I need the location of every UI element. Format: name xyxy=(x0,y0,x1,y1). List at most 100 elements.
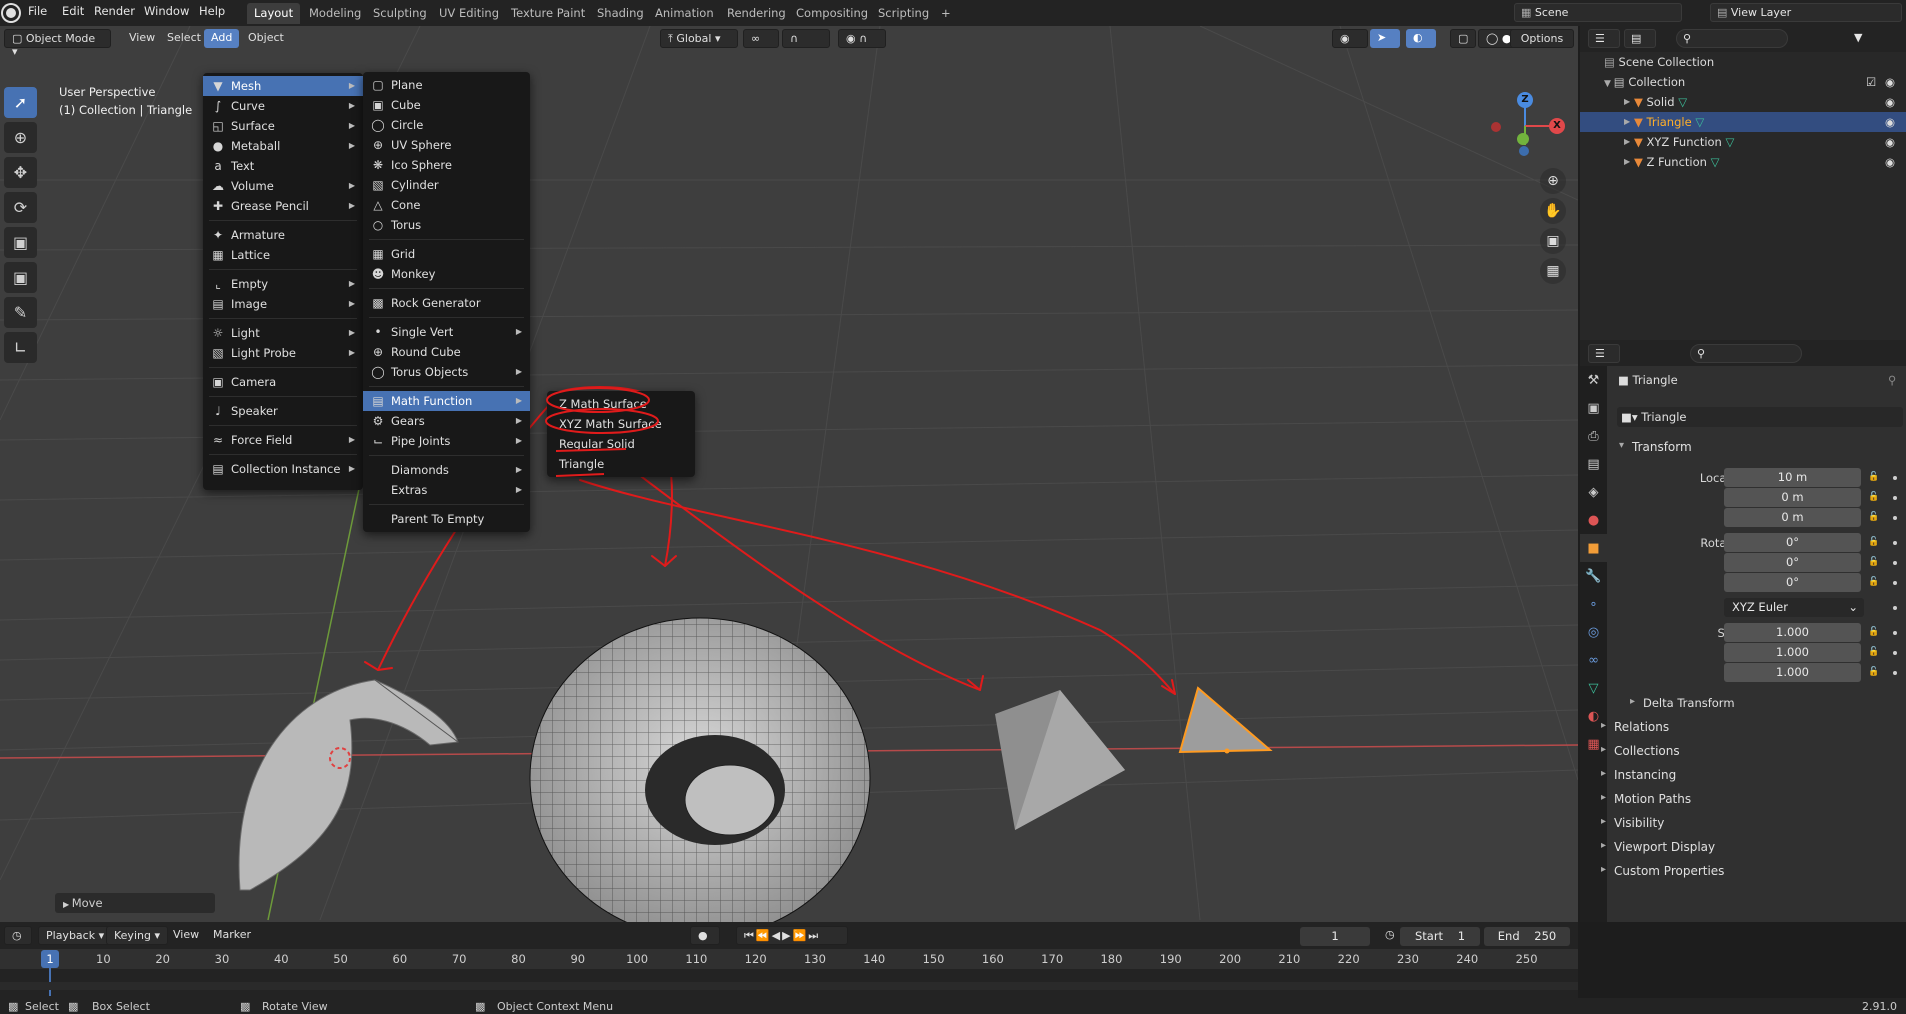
menu-edit[interactable]: Edit xyxy=(62,4,84,18)
mode-selector[interactable]: ▢ Object Mode ▾ xyxy=(4,29,111,58)
jump-end-icon[interactable]: ⏭ xyxy=(808,929,820,942)
expand-arrow-icon[interactable]: ▼ xyxy=(1604,79,1614,89)
lock-icon[interactable]: 🔓 xyxy=(1868,667,1880,679)
move-tool-icon[interactable]: ✥ xyxy=(4,157,37,188)
menu-select[interactable]: Select xyxy=(160,29,208,48)
collections-panel[interactable]: Collections xyxy=(1601,744,1680,758)
lock-icon[interactable]: 🔓 xyxy=(1868,492,1880,504)
keying-menu[interactable]: Keying ▾ xyxy=(106,926,168,945)
end-frame-field[interactable]: End 250 xyxy=(1484,927,1570,946)
rotate-tool-icon[interactable]: ⟳ xyxy=(4,192,37,223)
record-button[interactable]: ● xyxy=(690,926,720,945)
mesh-menu-item[interactable]: ▩ Rock Generator xyxy=(363,293,530,313)
lock-icon[interactable]: 🔓 xyxy=(1868,557,1880,569)
mesh-menu-item[interactable]: • Single Vert ▶ xyxy=(363,322,530,342)
mesh-menu-item[interactable]: ▦ Grid xyxy=(363,244,530,264)
add-menu-item[interactable]: ☼ Light ▶ xyxy=(203,323,363,343)
wireframe-icon[interactable]: ◯ xyxy=(1486,32,1498,45)
playback-controls[interactable]: ⏮⏪◀▶⏩⏭ xyxy=(736,926,848,945)
physics-tab-icon[interactable]: ◎ xyxy=(1580,618,1607,646)
mesh-menu-item[interactable]: △ Cone xyxy=(363,195,530,215)
outliner-row-scene-collection[interactable]: ▤ Scene Collection xyxy=(1580,52,1906,72)
menu-view[interactable]: View xyxy=(166,926,206,945)
mesh-menu-item[interactable]: ⊕ Round Cube xyxy=(363,342,530,362)
gizmo-x-axis[interactable]: X xyxy=(1549,118,1565,134)
add-menu-item[interactable]: ◱ Surface ▶ xyxy=(203,116,363,136)
tab-shading[interactable]: Shading xyxy=(590,3,651,24)
constraints-tab-icon[interactable]: ∞ xyxy=(1580,646,1607,674)
tab-uv-editing[interactable]: UV Editing xyxy=(432,3,506,24)
visibility-toggle[interactable]: ◉ xyxy=(1332,29,1368,48)
eye-icon[interactable]: ◉ xyxy=(1885,112,1895,132)
tab-sculpting[interactable]: Sculpting xyxy=(366,3,434,24)
tab-animation[interactable]: Animation xyxy=(648,3,721,24)
motion-paths-panel[interactable]: Motion Paths xyxy=(1601,792,1691,806)
tab-rendering[interactable]: Rendering xyxy=(720,3,793,24)
keyframe-dot-icon[interactable] xyxy=(1893,516,1897,520)
scene-selector[interactable]: ▦ Scene xyxy=(1514,3,1682,22)
mesh-menu-item[interactable]: ▤ Math Function ▶ xyxy=(363,391,530,411)
properties-search-input[interactable]: ⚲ xyxy=(1690,344,1802,363)
keyframe-dot-icon[interactable] xyxy=(1893,496,1897,500)
tool-tab-icon[interactable]: ⚒ xyxy=(1580,366,1607,394)
jump-start-icon[interactable]: ⏮ xyxy=(744,929,756,942)
add-menu-item[interactable]: ▦ Lattice xyxy=(203,245,363,265)
checkbox-icon[interactable]: ☑ xyxy=(1866,72,1876,92)
tab-compositing[interactable]: Compositing xyxy=(789,3,875,24)
lock-icon[interactable]: 🔓 xyxy=(1868,627,1880,639)
menu-object[interactable]: Object xyxy=(241,29,291,48)
menu-window[interactable]: Window xyxy=(144,4,189,18)
viewport-display-panel[interactable]: Viewport Display xyxy=(1601,840,1715,854)
rotation-y-field[interactable]: 0° xyxy=(1724,553,1861,572)
menu-file[interactable]: File xyxy=(28,4,47,18)
outliner-search-input[interactable]: ⚲ xyxy=(1676,29,1788,48)
eye-icon[interactable]: ◉ xyxy=(1885,132,1895,152)
xray-toggle[interactable]: ▢ xyxy=(1450,29,1476,48)
snap-selector[interactable]: ∩ xyxy=(782,29,830,48)
transform-tool-icon[interactable]: ▣ xyxy=(4,262,37,293)
mesh-menu-item[interactable]: ❋ Ico Sphere xyxy=(363,155,530,175)
relations-panel[interactable]: Relations xyxy=(1601,720,1669,734)
lock-icon[interactable]: 🔓 xyxy=(1868,512,1880,524)
tab-modeling[interactable]: Modeling xyxy=(302,3,368,24)
custom-properties-panel[interactable]: Custom Properties xyxy=(1601,864,1724,878)
lock-icon[interactable]: 🔓 xyxy=(1868,577,1880,589)
scale-y-field[interactable]: 1.000 xyxy=(1724,643,1861,662)
eye-icon[interactable]: ◉ xyxy=(1885,92,1895,112)
keyframe-dot-icon[interactable] xyxy=(1893,581,1897,585)
gizmo-neg-x[interactable] xyxy=(1491,122,1501,132)
gizmo-toggle[interactable]: ➤ xyxy=(1370,29,1400,48)
add-menu-item[interactable]: ✦ Armature xyxy=(203,225,363,245)
expand-arrow-icon[interactable]: ▶ xyxy=(1624,112,1630,132)
add-menu-item[interactable]: a Text xyxy=(203,156,363,176)
world-tab-icon[interactable]: ● xyxy=(1580,506,1607,534)
add-menu-item[interactable]: ▣ Camera xyxy=(203,372,363,392)
keyframe-dot-icon[interactable] xyxy=(1893,631,1897,635)
modifier-tab-icon[interactable]: 🔧 xyxy=(1580,562,1607,590)
eye-icon[interactable]: ◉ xyxy=(1885,72,1895,92)
camera-view-icon[interactable]: ▣ xyxy=(1540,228,1566,254)
editor-type-button[interactable]: ☰ xyxy=(1588,344,1620,363)
pin-icon[interactable]: ⚲ xyxy=(1888,373,1896,387)
scale-tool-icon[interactable]: ▣ xyxy=(4,227,37,258)
add-menu-item[interactable]: ▤ Collection Instance ▶ xyxy=(203,459,363,479)
last-operation-panel[interactable]: ▶ Move xyxy=(55,893,215,913)
eye-icon[interactable]: ◉ xyxy=(1885,152,1895,172)
menu-add[interactable]: Add xyxy=(204,29,240,48)
editor-type-button[interactable]: ◷ xyxy=(4,926,32,945)
mesh-menu-item[interactable]: Parent To Empty xyxy=(363,509,530,529)
annotate-tool-icon[interactable]: ✎ xyxy=(4,297,37,328)
add-menu-item[interactable]: ▤ Image ▶ xyxy=(203,294,363,314)
add-menu-item[interactable]: ● Metaball ▶ xyxy=(203,136,363,156)
object-name-field[interactable]: ■▾ Triangle xyxy=(1617,407,1903,427)
start-frame-field[interactable]: Start 1 xyxy=(1400,927,1480,946)
keyframe-dot-icon[interactable] xyxy=(1893,561,1897,565)
pivot-selector[interactable]: ∞ xyxy=(743,29,779,48)
add-menu-item[interactable]: ▧ Light Probe ▶ xyxy=(203,343,363,363)
add-workspace-button[interactable]: + xyxy=(934,3,958,24)
perspective-grid-icon[interactable]: ▦ xyxy=(1540,258,1566,284)
add-menu-item[interactable]: ≈ Force Field ▶ xyxy=(203,430,363,450)
lock-icon[interactable]: 🔓 xyxy=(1868,647,1880,659)
particles-tab-icon[interactable]: ∘ xyxy=(1580,590,1607,618)
gizmo-neg-z[interactable] xyxy=(1519,146,1529,156)
